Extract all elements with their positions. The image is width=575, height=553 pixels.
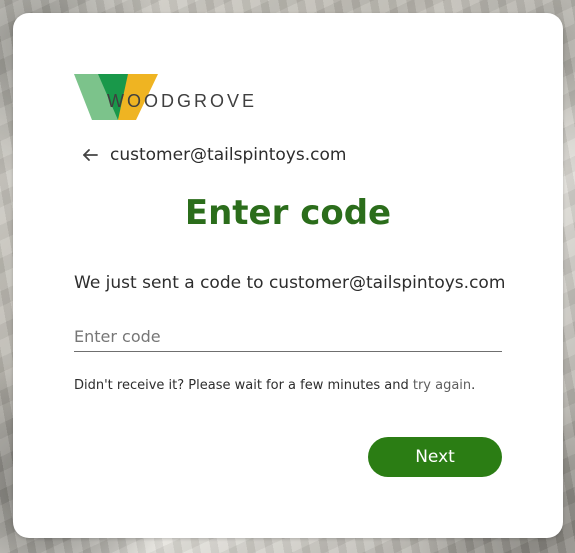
back-arrow-icon[interactable] (80, 145, 100, 165)
next-button[interactable]: Next (368, 437, 502, 477)
resend-hint-text: Didn't receive it? Please wait for a few… (74, 378, 413, 393)
identity-row: customer@tailspintoys.com (80, 143, 346, 167)
woodgrove-wordmark: WOODGROVE (107, 91, 258, 111)
sign-in-card: WOODGROVE customer@tailspintoys.com Ente… (13, 13, 563, 538)
try-again-link[interactable]: try again (413, 378, 471, 393)
code-sent-message: We just sent a code to customer@tailspin… (74, 273, 506, 293)
woodgrove-logo: WOODGROVE (74, 74, 274, 122)
page-title: Enter code (184, 193, 392, 233)
signed-in-email: customer@tailspintoys.com (110, 145, 347, 165)
resend-hint: Didn't receive it? Please wait for a few… (74, 378, 475, 393)
resend-hint-period: . (471, 378, 476, 393)
verification-code-input[interactable] (74, 321, 502, 352)
